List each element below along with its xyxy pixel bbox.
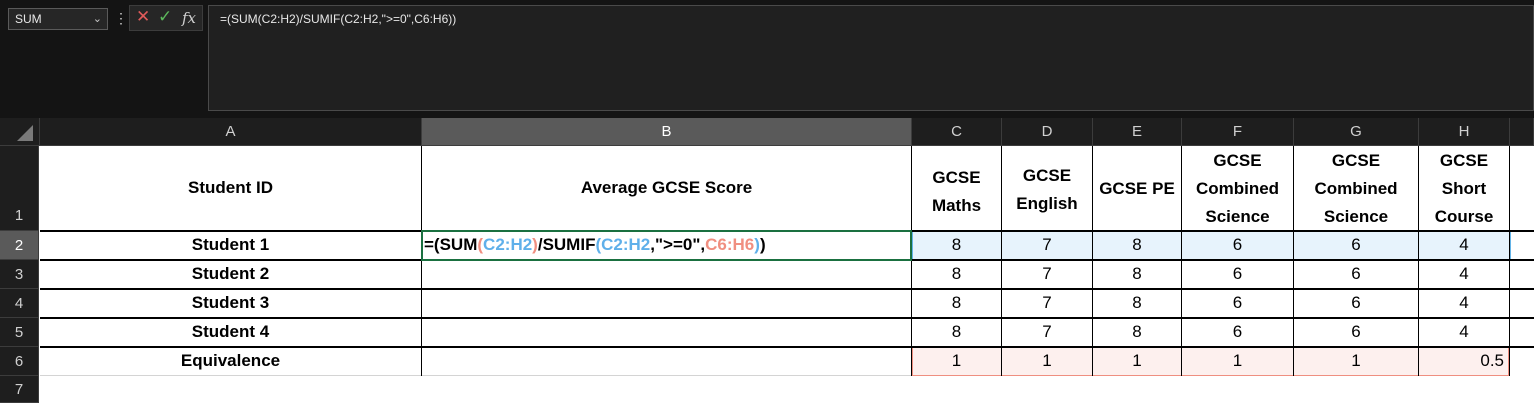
formula-ref-c2-h2: C2:H2 <box>601 235 651 254</box>
header-line: GCSE <box>1022 166 1072 185</box>
header-average-gcse-score[interactable]: Average GCSE Score <box>422 178 911 198</box>
row-border <box>40 346 1534 348</box>
header-line: Short <box>1441 179 1487 198</box>
column-header-b[interactable]: B <box>422 118 912 146</box>
formula-buttons: ✕ ✓ fx <box>129 5 203 31</box>
cell-equivalence[interactable]: 1 <box>1294 351 1418 371</box>
cell-score[interactable]: 6 <box>1294 293 1418 313</box>
cell-score[interactable]: 6 <box>1182 293 1293 313</box>
select-all-icon <box>17 125 33 141</box>
header-line: GCSE <box>932 168 981 187</box>
cell-score[interactable]: 7 <box>1002 322 1092 342</box>
cell-equivalence[interactable]: 1 <box>1093 351 1181 371</box>
formula-token: ) <box>759 235 766 254</box>
cell-score[interactable]: 7 <box>1002 264 1092 284</box>
cell-score[interactable]: 8 <box>1093 322 1181 342</box>
row-header-7[interactable]: 7 <box>0 376 39 403</box>
select-all-corner[interactable] <box>0 118 40 146</box>
cell-score[interactable]: 4 <box>1419 322 1509 342</box>
check-icon[interactable]: ✓ <box>158 7 172 27</box>
header-line: Science <box>1323 207 1389 226</box>
column-header-e[interactable]: E <box>1093 118 1182 146</box>
row-header-6[interactable]: 6 <box>0 347 39 376</box>
formula-token: /SUMIF <box>537 235 596 254</box>
cell-score[interactable]: 7 <box>1002 235 1092 255</box>
cell-student-id[interactable]: Student 1 <box>40 235 421 255</box>
column-header-d[interactable]: D <box>1002 118 1093 146</box>
cell-score[interactable]: 6 <box>1182 264 1293 284</box>
formula-bar-text: =(SUM(C2:H2)/SUMIF(C2:H2,">=0",C6:H6)) <box>220 12 457 26</box>
fx-icon[interactable]: fx <box>182 9 196 27</box>
cell-score[interactable]: 8 <box>1093 293 1181 313</box>
header-line: Science <box>1205 207 1270 226</box>
header-line: GCSE <box>1331 151 1381 170</box>
more-options-icon[interactable]: ⋮ <box>114 10 128 26</box>
cell-score[interactable]: 6 <box>1182 235 1293 255</box>
cell-score[interactable]: 6 <box>1294 235 1418 255</box>
formula-toolbar: SUM ⌄ ⋮ ✕ ✓ fx =(SUM(C2:H2)/SUMIF(C2:H2,… <box>0 0 1534 118</box>
cell-score[interactable]: 8 <box>912 235 1001 255</box>
col-border <box>1509 146 1510 376</box>
header-gcse-short-course[interactable]: GCSE Short Course <box>1419 147 1509 231</box>
formula-bar-input[interactable]: =(SUM(C2:H2)/SUMIF(C2:H2,">=0",C6:H6)) <box>208 5 1534 111</box>
header-line: Course <box>1434 207 1494 226</box>
row-header-5[interactable]: 5 <box>0 318 39 347</box>
close-icon[interactable]: ✕ <box>136 7 150 27</box>
column-header-c[interactable]: C <box>912 118 1002 146</box>
cell-equivalence[interactable]: 0.5 <box>1419 351 1509 371</box>
cell-score[interactable]: 6 <box>1294 322 1418 342</box>
cell-score[interactable]: 8 <box>912 322 1001 342</box>
cell-score[interactable]: 7 <box>1002 293 1092 313</box>
header-line: English <box>1016 194 1078 213</box>
cell-score[interactable]: 4 <box>1419 235 1509 255</box>
formula-token: ,">=0", <box>650 235 706 254</box>
column-header-g[interactable]: G <box>1294 118 1419 146</box>
cell-student-id[interactable]: Student 4 <box>40 322 421 342</box>
header-line: Combined <box>1195 179 1280 198</box>
cell-score[interactable]: 8 <box>912 293 1001 313</box>
header-gcse-maths[interactable]: GCSE Maths <box>912 164 1001 220</box>
name-box-value: SUM <box>15 12 42 26</box>
row-border <box>40 375 912 376</box>
cell-score[interactable]: 6 <box>1294 264 1418 284</box>
formula-token: =(SUM <box>424 235 478 254</box>
header-line: GCSE PE <box>1099 179 1175 198</box>
cell-equivalence[interactable]: 1 <box>1182 351 1293 371</box>
cell-score[interactable]: 6 <box>1182 322 1293 342</box>
row-border <box>40 288 1534 290</box>
header-gcse-combined-science-2[interactable]: GCSE Combined Science <box>1294 147 1418 231</box>
chevron-down-icon[interactable]: ⌄ <box>93 9 102 29</box>
header-line: GCSE <box>1213 151 1262 170</box>
column-header-f[interactable]: F <box>1182 118 1294 146</box>
cell-score[interactable]: 8 <box>912 264 1001 284</box>
header-gcse-english[interactable]: GCSE English <box>1002 162 1092 218</box>
cell-equivalence[interactable]: 1 <box>1002 351 1092 371</box>
cell-equivalence-label[interactable]: Equivalence <box>40 351 421 371</box>
header-gcse-pe[interactable]: GCSE PE <box>1093 175 1181 203</box>
row-header-1[interactable]: 1 <box>0 146 39 231</box>
name-box[interactable]: SUM ⌄ <box>8 8 108 30</box>
header-gcse-combined-science-1[interactable]: GCSE Combined Science <box>1182 147 1293 231</box>
header-line: Maths <box>931 196 982 215</box>
cell-edit-formula[interactable]: =(SUM(C2:H2)/SUMIF(C2:H2,">=0",C6:H6)) <box>424 235 766 255</box>
cell-score[interactable]: 4 <box>1419 293 1509 313</box>
cell-score[interactable]: 4 <box>1419 264 1509 284</box>
cell-student-id[interactable]: Student 2 <box>40 264 421 284</box>
header-line: GCSE <box>1439 151 1489 170</box>
column-header-h[interactable]: H <box>1419 118 1510 146</box>
row-header-3[interactable]: 3 <box>0 260 39 289</box>
header-line: Combined <box>1314 179 1398 198</box>
column-header-a[interactable]: A <box>40 118 422 146</box>
cell-score[interactable]: 8 <box>1093 264 1181 284</box>
row-header-4[interactable]: 4 <box>0 289 39 318</box>
cell-equivalence[interactable]: 1 <box>912 351 1001 371</box>
column-header-i[interactable] <box>1510 118 1534 146</box>
header-student-id[interactable]: Student ID <box>40 178 421 198</box>
formula-ref-c2-h2: C2:H2 <box>483 235 533 254</box>
row-border <box>40 317 1534 319</box>
row-header-2[interactable]: 2 <box>0 231 39 260</box>
cell-student-id[interactable]: Student 3 <box>40 293 421 313</box>
cell-score[interactable]: 8 <box>1093 235 1181 255</box>
formula-ref-c6-h6: C6:H6 <box>705 235 755 254</box>
